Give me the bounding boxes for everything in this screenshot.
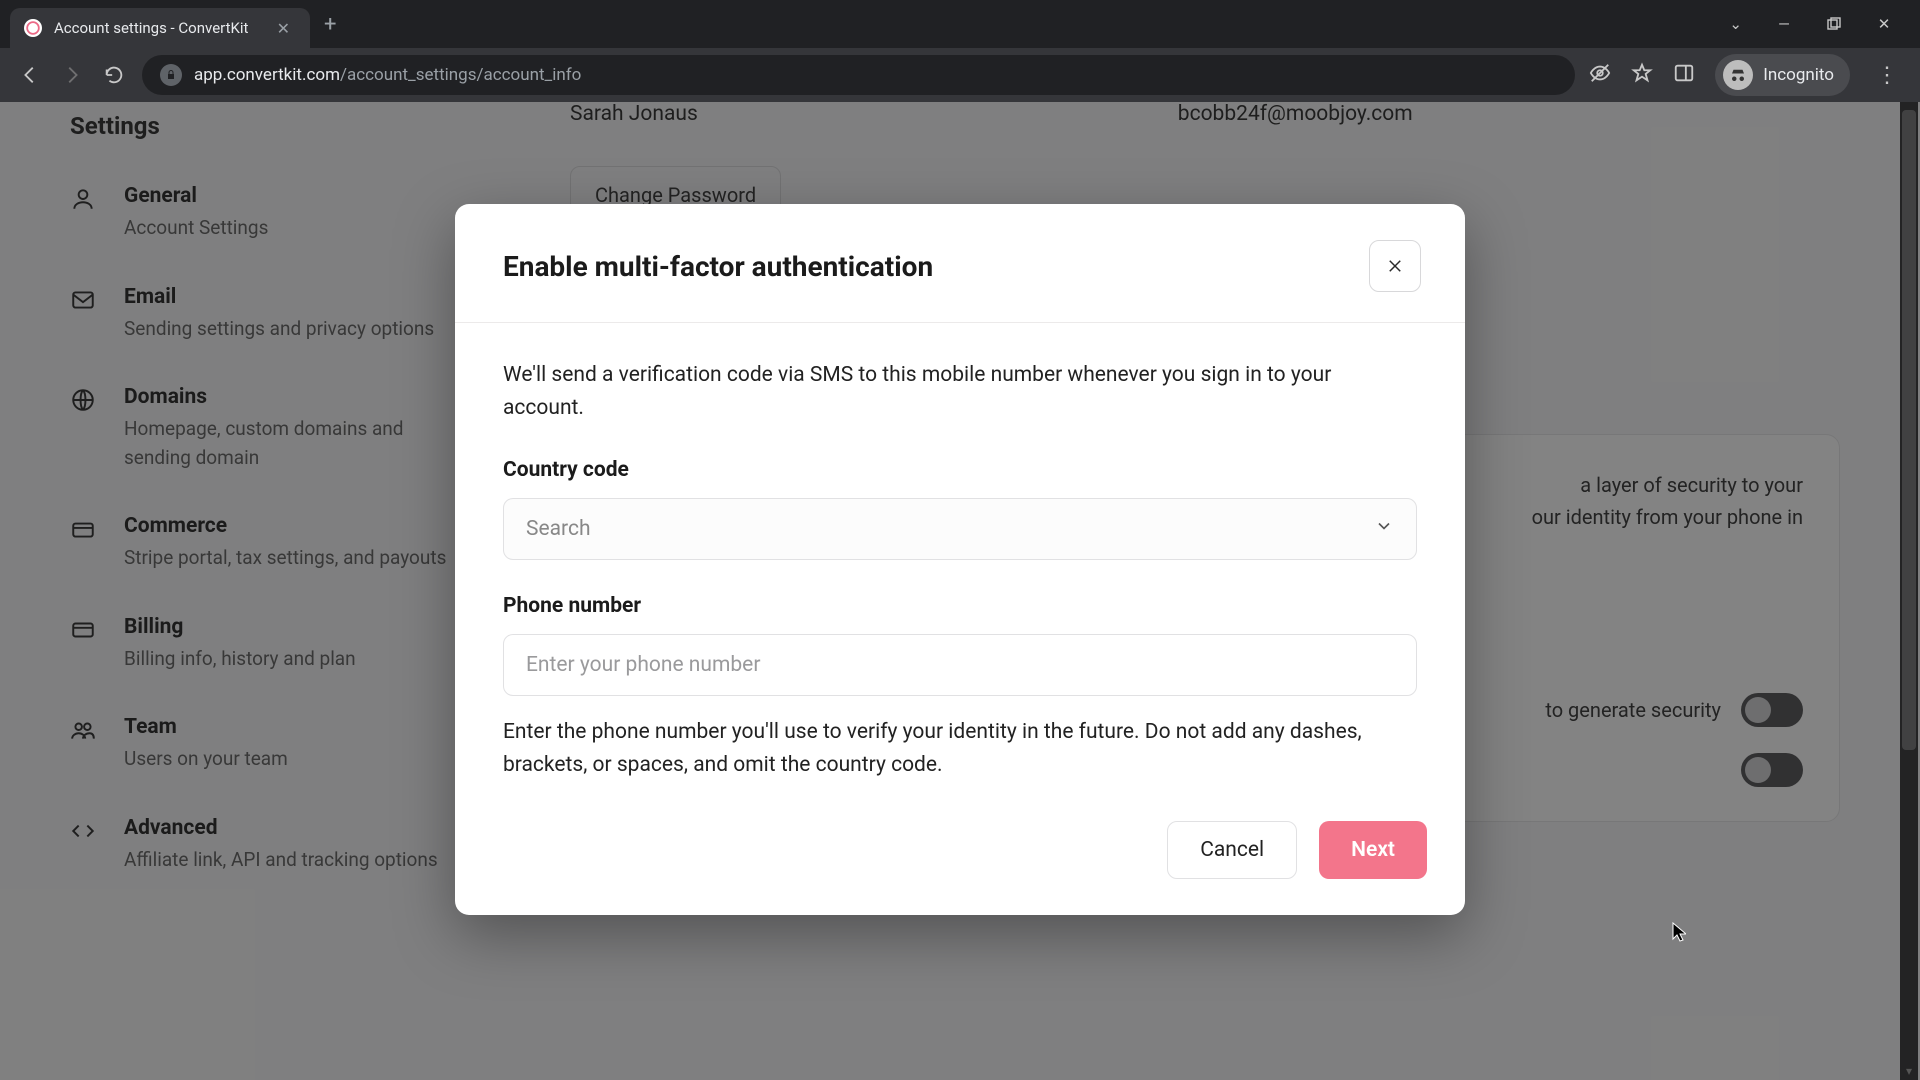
next-button[interactable]: Next [1319,821,1427,879]
forward-button[interactable] [58,61,86,89]
lock-icon [160,64,182,86]
back-button[interactable] [16,61,44,89]
url-text: app.convertkit.com/account_settings/acco… [194,65,581,85]
browser-tab[interactable]: Account settings - ConvertKit ✕ [10,8,310,48]
reload-button[interactable] [100,61,128,89]
url-path: /account_settings/account_info [340,65,581,85]
new-tab-button[interactable]: + [324,12,336,37]
modal-footer: Cancel Next [455,791,1465,915]
browser-menu-icon[interactable]: ⋮ [1870,63,1904,88]
country-code-placeholder: Search [526,517,591,541]
incognito-chip[interactable]: Incognito [1715,54,1850,96]
cursor-icon [1672,922,1686,942]
incognito-label: Incognito [1763,65,1834,85]
modal-intro: We'll send a verification code via SMS t… [503,359,1417,424]
tabs-dropdown-icon[interactable]: ⌄ [1729,15,1742,33]
panel-icon[interactable] [1673,62,1695,88]
maximize-button[interactable] [1826,17,1842,31]
phone-number-input[interactable] [503,634,1417,696]
modal-header: Enable multi-factor authentication [455,204,1465,323]
browser-chrome: Account settings - ConvertKit ✕ + ⌄ ― ✕ [0,0,1920,102]
country-code-label: Country code [503,458,1417,482]
minimize-button[interactable]: ― [1776,15,1792,33]
toolbar-right: Incognito ⋮ [1589,54,1904,96]
incognito-icon [1723,60,1753,90]
tracking-off-icon[interactable] [1589,62,1611,88]
cancel-button[interactable]: Cancel [1167,821,1297,879]
url-host: app.convertkit.com [194,65,340,85]
bookmark-icon[interactable] [1631,62,1653,88]
page: Settings GeneralAccount Settings EmailSe… [0,102,1920,1080]
tab-close-icon[interactable]: ✕ [271,19,296,38]
browser-toolbar: app.convertkit.com/account_settings/acco… [0,48,1920,102]
window-controls: ⌄ ― ✕ [1729,15,1920,33]
favicon-icon [24,19,42,37]
close-icon [1386,257,1404,275]
close-window-button[interactable]: ✕ [1876,15,1892,33]
mfa-modal: Enable multi-factor authentication We'll… [455,204,1465,915]
chevron-down-icon [1374,516,1394,542]
modal-body: We'll send a verification code via SMS t… [455,323,1465,791]
phone-helper-text: Enter the phone number you'll use to ver… [503,716,1417,781]
tab-strip: Account settings - ConvertKit ✕ + ⌄ ― ✕ [0,0,1920,48]
modal-overlay[interactable]: Enable multi-factor authentication We'll… [0,102,1920,1080]
address-bar[interactable]: app.convertkit.com/account_settings/acco… [142,55,1575,95]
phone-number-label: Phone number [503,594,1417,618]
modal-title: Enable multi-factor authentication [503,250,933,283]
country-code-select[interactable]: Search [503,498,1417,560]
tab-title: Account settings - ConvertKit [54,19,259,37]
modal-close-button[interactable] [1369,240,1421,292]
